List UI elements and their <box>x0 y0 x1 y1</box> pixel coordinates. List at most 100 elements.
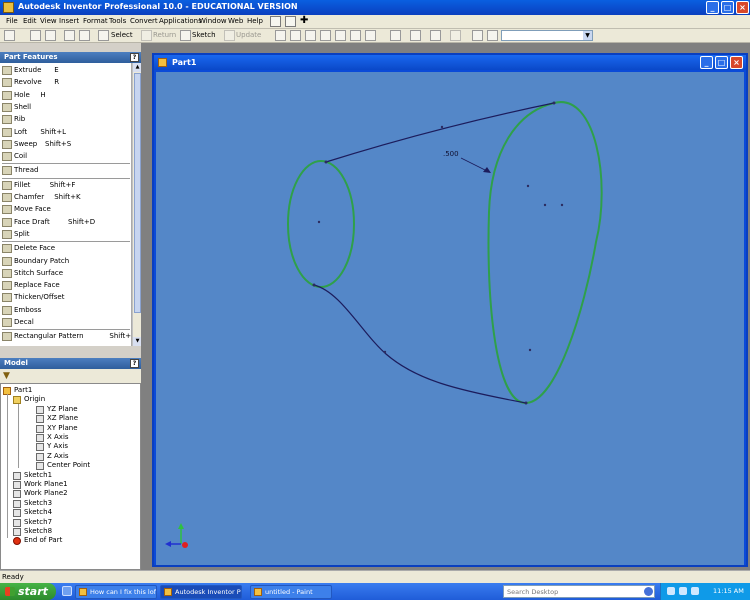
shaded-display-icon[interactable] <box>390 30 401 41</box>
search-icon[interactable] <box>644 587 653 596</box>
sketch-point[interactable] <box>524 401 528 405</box>
doc-close-button[interactable]: × <box>730 56 743 69</box>
pan-icon[interactable] <box>320 30 331 41</box>
sketch-pencil-icon[interactable] <box>180 30 191 41</box>
right-loft-profile[interactable] <box>487 101 603 405</box>
part-features-header[interactable]: Part Features ? <box>0 52 141 63</box>
select-button[interactable]: Select <box>111 31 133 39</box>
sketch-point[interactable] <box>312 283 316 287</box>
menu-view[interactable]: View <box>40 17 57 25</box>
style-icon[interactable] <box>472 30 483 41</box>
menu-applications[interactable]: Applications <box>159 17 202 25</box>
browser-filter-row: ▼ <box>0 369 141 383</box>
sketch-button[interactable]: Sketch <box>192 31 216 39</box>
redo-icon[interactable] <box>79 30 90 41</box>
open-file-icon[interactable] <box>30 30 41 41</box>
zoom-icon[interactable] <box>305 30 316 41</box>
sketch-point[interactable] <box>552 101 556 105</box>
rotate-icon[interactable] <box>350 30 361 41</box>
menu-convert[interactable]: Convert <box>130 17 158 25</box>
task-browser[interactable]: How can I fix this loft... <box>75 585 157 599</box>
close-button[interactable]: × <box>736 1 749 14</box>
task-label[interactable]: How can I fix this loft... <box>90 588 156 596</box>
help-icon[interactable]: ? <box>130 53 139 62</box>
network-icon[interactable] <box>667 587 675 595</box>
menu-tools[interactable]: Tools <box>109 17 126 25</box>
menu-window[interactable]: Window <box>199 17 227 25</box>
document-title: Part1 <box>172 58 197 67</box>
stitch-surface-icon <box>2 268 12 278</box>
sketch-point[interactable] <box>560 203 564 207</box>
zoom-selected-icon[interactable] <box>335 30 346 41</box>
security-icon[interactable] <box>691 587 699 595</box>
menu-web[interactable]: Web <box>228 17 243 25</box>
maximize-button[interactable]: □ <box>721 1 734 14</box>
filter-funnel-icon[interactable]: ▼ <box>3 371 10 381</box>
sketch-point[interactable] <box>383 350 387 354</box>
hole-icon <box>2 90 12 100</box>
save-icon[interactable] <box>45 30 56 41</box>
top-rail-curve[interactable] <box>325 102 555 163</box>
model-browser-header[interactable]: Model ? <box>0 358 141 369</box>
menu-edit[interactable]: Edit <box>23 17 37 25</box>
zoom-all-icon[interactable] <box>275 30 286 41</box>
select-arrow-icon[interactable] <box>98 30 109 41</box>
volume-icon[interactable] <box>679 587 687 595</box>
replace-face-icon <box>2 281 12 291</box>
help-icon[interactable]: ? <box>130 359 139 368</box>
start-label[interactable]: start <box>18 585 48 598</box>
sketch-view[interactable]: .500 <box>156 72 744 565</box>
search-placeholder: Search Desktop <box>507 588 559 596</box>
chevron-down-icon[interactable]: ▼ <box>583 31 592 40</box>
help-topics-icon[interactable] <box>270 16 281 27</box>
menu-help[interactable]: Help <box>247 17 263 25</box>
features-scrollbar[interactable]: ▲ ▼ <box>132 63 142 346</box>
zoom-window-icon[interactable] <box>290 30 301 41</box>
document-title-bar[interactable]: Part1 _ □ × <box>154 55 746 70</box>
feature-shortcut: Shift+K <box>54 193 81 201</box>
sectioning-icon[interactable] <box>450 30 461 41</box>
quicklaunch-ie-icon[interactable] <box>62 586 72 596</box>
part-document-icon[interactable] <box>158 58 167 67</box>
sketch-point[interactable] <box>543 203 547 207</box>
doc-maximize-button[interactable]: □ <box>715 56 728 69</box>
parts-list-icon[interactable] <box>285 16 296 27</box>
color-icon[interactable] <box>487 30 498 41</box>
camera-view-icon[interactable] <box>430 30 441 41</box>
dimension-value[interactable]: .500 <box>443 150 459 158</box>
new-file-icon[interactable] <box>4 30 15 41</box>
model-browser-title[interactable]: Model <box>4 359 28 367</box>
sketch-point[interactable] <box>526 184 530 188</box>
scroll-thumb[interactable] <box>134 73 141 313</box>
task-inventor[interactable]: Autodesk Inventor Pr... <box>160 585 242 599</box>
menu-file[interactable]: File <box>6 17 18 25</box>
shadow-display-icon[interactable] <box>410 30 421 41</box>
menu-insert[interactable]: Insert <box>59 17 79 25</box>
sketch-point[interactable] <box>528 348 532 352</box>
title-bar[interactable]: Autodesk Inventor Professional 10.0 - ED… <box>0 0 750 15</box>
sketch-point[interactable] <box>324 160 328 164</box>
task-paint[interactable]: untitled - Paint <box>250 585 332 599</box>
start-button[interactable]: start <box>0 583 56 600</box>
task-label[interactable]: Autodesk Inventor Pr... <box>175 588 241 596</box>
graphics-canvas[interactable]: .500 <box>156 72 744 565</box>
task-label[interactable]: untitled - Paint <box>265 588 313 596</box>
minimize-button[interactable]: _ <box>706 1 719 14</box>
undo-icon[interactable] <box>64 30 75 41</box>
inventor-app-icon[interactable] <box>3 2 14 13</box>
bottom-rail-curve[interactable] <box>313 284 527 404</box>
clock[interactable]: 11:15 AM <box>713 587 744 595</box>
rectangular-pattern-icon <box>2 332 12 342</box>
sketch-point[interactable] <box>440 125 444 129</box>
part-features-title[interactable]: Part Features <box>4 53 58 61</box>
left-loft-profile[interactable] <box>287 160 355 288</box>
look-at-icon[interactable] <box>365 30 376 41</box>
pan-cross-icon[interactable]: ✚ <box>300 15 311 26</box>
menu-format[interactable]: Format <box>83 17 108 25</box>
style-dropdown[interactable]: ▼ <box>501 30 593 41</box>
desktop-search-input[interactable]: Search Desktop <box>503 585 655 598</box>
feature-label: Extrude <box>14 66 42 74</box>
doc-minimize-button[interactable]: _ <box>700 56 713 69</box>
feature-label: Hole <box>14 90 30 99</box>
sketch-point[interactable] <box>317 220 321 224</box>
